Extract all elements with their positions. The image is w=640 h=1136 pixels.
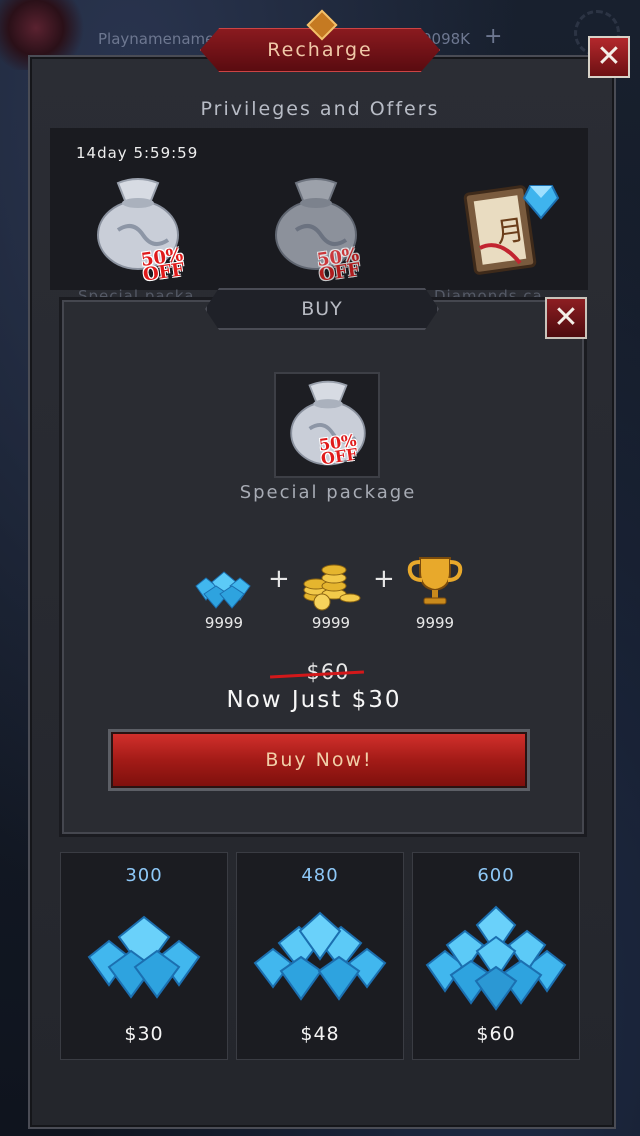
reward-gold: [296, 556, 366, 612]
discount-badge: 50% OFF: [315, 244, 362, 286]
diamonds-icon: [69, 897, 219, 1017]
add-currency-button[interactable]: +: [484, 24, 502, 49]
reward-trophy: [400, 552, 470, 608]
pack-price: $60: [476, 1023, 516, 1045]
pack-amount: 300: [125, 865, 163, 886]
diamonds-icon: [195, 571, 251, 609]
reward-value: 9999: [415, 614, 455, 632]
reward-diamonds: [188, 556, 258, 612]
pack-price: $48: [300, 1023, 340, 1045]
section-title: Privileges and Offers: [200, 98, 440, 120]
plus-sign: +: [268, 564, 290, 594]
close-buy-button[interactable]: ✕: [545, 297, 587, 339]
pack-price: $30: [124, 1023, 164, 1045]
buy-tab: BUY: [205, 288, 439, 330]
discount-badge: 50% OFF: [317, 430, 359, 469]
diamond-pack-600[interactable]: 600 $60: [412, 852, 580, 1060]
close-recharge-button[interactable]: ✕: [588, 36, 630, 78]
pack-amount: 600: [477, 865, 515, 886]
diamonds-icon: [245, 897, 395, 1017]
trophy-icon: [407, 557, 463, 605]
plus-sign: +: [373, 564, 395, 594]
buy-dialog-title: BUY: [301, 298, 343, 320]
offer-timer: 14day 5:59:59: [76, 144, 199, 162]
discount-badge: 50% OFF: [139, 244, 186, 286]
diamond-packs: 300 $30 480 $48 600 $60: [50, 840, 590, 1070]
close-icon: ✕: [596, 39, 622, 74]
dialog-title: Recharge: [267, 39, 373, 61]
buy-now-label: Buy Now!: [265, 749, 373, 771]
diamonds-icon: [421, 897, 571, 1017]
reward-value: 9999: [204, 614, 244, 632]
reward-value: 9999: [311, 614, 351, 632]
discount-price: Now Just $30: [226, 687, 402, 713]
diamond-pack-300[interactable]: 300 $30: [60, 852, 228, 1060]
close-icon: ✕: [553, 300, 579, 335]
buy-now-button[interactable]: Buy Now!: [108, 729, 530, 791]
diamond-pack-480[interactable]: 480 $48: [236, 852, 404, 1060]
player-name: Playnamename: [98, 30, 215, 48]
pack-amount: 480: [301, 865, 339, 886]
recharge-title-plate: Recharge: [200, 9, 440, 72]
gold-coins-icon: [303, 564, 361, 611]
offer-item-diamonds-card[interactable]: 月: [460, 178, 560, 278]
package-icon-frame: 50% OFF: [274, 372, 380, 478]
svg-text:月: 月: [494, 213, 526, 250]
package-name: Special package: [239, 482, 417, 503]
monthly-card-icon: 月: [463, 185, 560, 275]
